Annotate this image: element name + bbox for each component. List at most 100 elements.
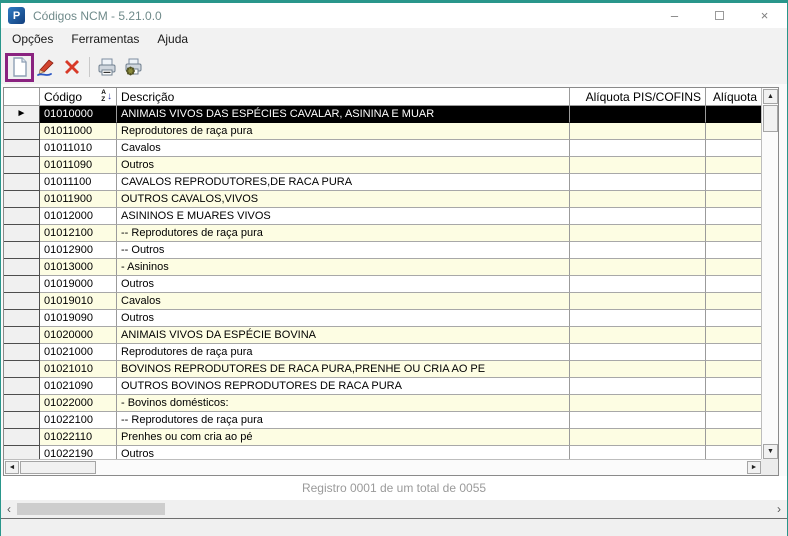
row-selector-cell bbox=[4, 395, 40, 412]
delete-x-icon bbox=[65, 60, 79, 74]
form-scroll-right-icon[interactable]: › bbox=[771, 500, 787, 518]
row-selector-cell bbox=[4, 225, 40, 242]
table-row[interactable]: 01011900 OUTROS CAVALOS,VIVOS bbox=[4, 191, 762, 208]
cell-descricao: Outros bbox=[117, 157, 570, 174]
app-window: P Códigos NCM - 5.21.0.0 – × Opções Ferr… bbox=[0, 0, 788, 536]
cell-descricao: Cavalos bbox=[117, 140, 570, 157]
cell-codigo: 01022110 bbox=[40, 429, 117, 446]
toolbar bbox=[1, 50, 787, 84]
cell-aliquota bbox=[706, 242, 762, 259]
table-row[interactable]: 01012900 -- Outros bbox=[4, 242, 762, 259]
cell-aliquota bbox=[706, 327, 762, 344]
table-row[interactable]: 01022190 Outros bbox=[4, 446, 762, 460]
edit-record-button[interactable] bbox=[33, 53, 59, 81]
cell-codigo: 01013000 bbox=[40, 259, 117, 276]
cell-aliquota-pis-cofins bbox=[570, 157, 706, 174]
grid-vertical-scrollbar: ▲ ▼ bbox=[761, 88, 778, 460]
form-scroll-left-icon[interactable]: ‹ bbox=[1, 500, 17, 518]
table-row[interactable]: 01011010 Cavalos bbox=[4, 140, 762, 157]
menu-ferramentas[interactable]: Ferramentas bbox=[62, 29, 148, 49]
scroll-left-button[interactable]: ◄ bbox=[5, 461, 19, 474]
footer-strip bbox=[1, 518, 787, 536]
print-settings-button[interactable] bbox=[120, 53, 146, 81]
cell-aliquota bbox=[706, 412, 762, 429]
cell-aliquota-pis-cofins bbox=[570, 106, 706, 123]
cell-aliquota bbox=[706, 106, 762, 123]
cell-descricao: ANIMAIS VIVOS DAS ESPÉCIES CAVALAR, ASIN… bbox=[117, 106, 570, 123]
scroll-down-button[interactable]: ▼ bbox=[763, 444, 778, 459]
printer-icon bbox=[98, 58, 116, 76]
table-row[interactable]: 01012000 ASININOS E MUARES VIVOS bbox=[4, 208, 762, 225]
delete-record-button[interactable] bbox=[59, 53, 85, 81]
cell-descricao: Reprodutores de raça pura bbox=[117, 123, 570, 140]
menu-opcoes[interactable]: Opções bbox=[3, 29, 62, 49]
cell-codigo: 01011090 bbox=[40, 157, 117, 174]
row-selector-cell bbox=[4, 208, 40, 225]
cell-descricao: Cavalos bbox=[117, 293, 570, 310]
cell-descricao: -- Reprodutores de raça pura bbox=[117, 225, 570, 242]
table-row[interactable]: 01011000 Reprodutores de raça pura bbox=[4, 123, 762, 140]
header-selector bbox=[4, 88, 40, 106]
scroll-up-button[interactable]: ▲ bbox=[763, 89, 778, 104]
cell-codigo: 01011100 bbox=[40, 174, 117, 191]
header-codigo[interactable]: Código AZ ↓ bbox=[40, 88, 117, 106]
cell-aliquota-pis-cofins bbox=[570, 361, 706, 378]
table-row[interactable]: 01019000 Outros bbox=[4, 276, 762, 293]
table-row[interactable]: 01022110 Prenhes ou com cria ao pé bbox=[4, 429, 762, 446]
table-row[interactable]: 01019010 Cavalos bbox=[4, 293, 762, 310]
minimize-button[interactable]: – bbox=[652, 3, 697, 28]
scroll-right-button[interactable]: ► bbox=[747, 461, 761, 474]
table-row[interactable]: 01021090 OUTROS BOVINOS REPRODUTORES DE … bbox=[4, 378, 762, 395]
vertical-scroll-thumb[interactable] bbox=[763, 105, 778, 132]
cell-codigo: 01022100 bbox=[40, 412, 117, 429]
row-selector-cell bbox=[4, 276, 40, 293]
row-selector-cell bbox=[4, 429, 40, 446]
cell-aliquota-pis-cofins bbox=[570, 208, 706, 225]
table-row[interactable]: 01012100 -- Reprodutores de raça pura bbox=[4, 225, 762, 242]
maximize-icon bbox=[715, 11, 724, 20]
form-scroll-thumb[interactable] bbox=[17, 503, 165, 515]
toolbar-separator bbox=[89, 57, 90, 77]
cell-aliquota bbox=[706, 429, 762, 446]
row-selector-cell bbox=[4, 344, 40, 361]
cell-descricao: - Bovinos domésticos: bbox=[117, 395, 570, 412]
cell-aliquota bbox=[706, 174, 762, 191]
window-title: Códigos NCM - 5.21.0.0 bbox=[33, 8, 162, 23]
cell-aliquota-pis-cofins bbox=[570, 412, 706, 429]
table-row[interactable]: ► 01010000 ANIMAIS VIVOS DAS ESPÉCIES CA… bbox=[4, 106, 762, 123]
new-record-button[interactable] bbox=[7, 53, 33, 81]
form-horizontal-scrollbar: ‹ › bbox=[1, 500, 787, 518]
ncm-data-grid: Código AZ ↓ Descrição Alíquota PIS/COFIN… bbox=[3, 87, 779, 476]
row-selector-cell bbox=[4, 446, 40, 460]
table-row[interactable]: 01011100 CAVALOS REPRODUTORES,DE RACA PU… bbox=[4, 174, 762, 191]
table-row[interactable]: 01021000 Reprodutores de raça pura bbox=[4, 344, 762, 361]
table-row[interactable]: 01011090 Outros bbox=[4, 157, 762, 174]
print-button[interactable] bbox=[94, 53, 120, 81]
app-logo-icon: P bbox=[8, 7, 25, 24]
menu-ajuda[interactable]: Ajuda bbox=[148, 29, 197, 49]
table-row[interactable]: 01022000 - Bovinos domésticos: bbox=[4, 395, 762, 412]
table-row[interactable]: 01020000 ANIMAIS VIVOS DA ESPÉCIE BOVINA bbox=[4, 327, 762, 344]
header-descricao[interactable]: Descrição bbox=[117, 88, 570, 106]
row-selector-cell bbox=[4, 412, 40, 429]
table-row[interactable]: 01013000 - Asininos bbox=[4, 259, 762, 276]
cell-aliquota bbox=[706, 208, 762, 225]
horizontal-scroll-thumb[interactable] bbox=[20, 461, 96, 474]
cell-aliquota-pis-cofins bbox=[570, 446, 706, 460]
close-button[interactable]: × bbox=[742, 3, 787, 28]
cell-aliquota-pis-cofins bbox=[570, 174, 706, 191]
header-aliquota[interactable]: Alíquota bbox=[706, 88, 762, 106]
cell-aliquota bbox=[706, 259, 762, 276]
current-row-indicator-icon: ► bbox=[16, 108, 27, 119]
header-aliquota-pis-cofins[interactable]: Alíquota PIS/COFINS bbox=[570, 88, 706, 106]
cell-aliquota-pis-cofins bbox=[570, 259, 706, 276]
cell-descricao: OUTROS BOVINOS REPRODUTORES DE RACA PURA bbox=[117, 378, 570, 395]
table-row[interactable]: 01019090 Outros bbox=[4, 310, 762, 327]
cell-codigo: 01019010 bbox=[40, 293, 117, 310]
maximize-button[interactable] bbox=[697, 3, 742, 28]
cell-descricao: Outros bbox=[117, 276, 570, 293]
table-row[interactable]: 01022100 -- Reprodutores de raça pura bbox=[4, 412, 762, 429]
table-row[interactable]: 01021010 BOVINOS REPRODUTORES DE RACA PU… bbox=[4, 361, 762, 378]
cell-codigo: 01011010 bbox=[40, 140, 117, 157]
cell-descricao: OUTROS CAVALOS,VIVOS bbox=[117, 191, 570, 208]
